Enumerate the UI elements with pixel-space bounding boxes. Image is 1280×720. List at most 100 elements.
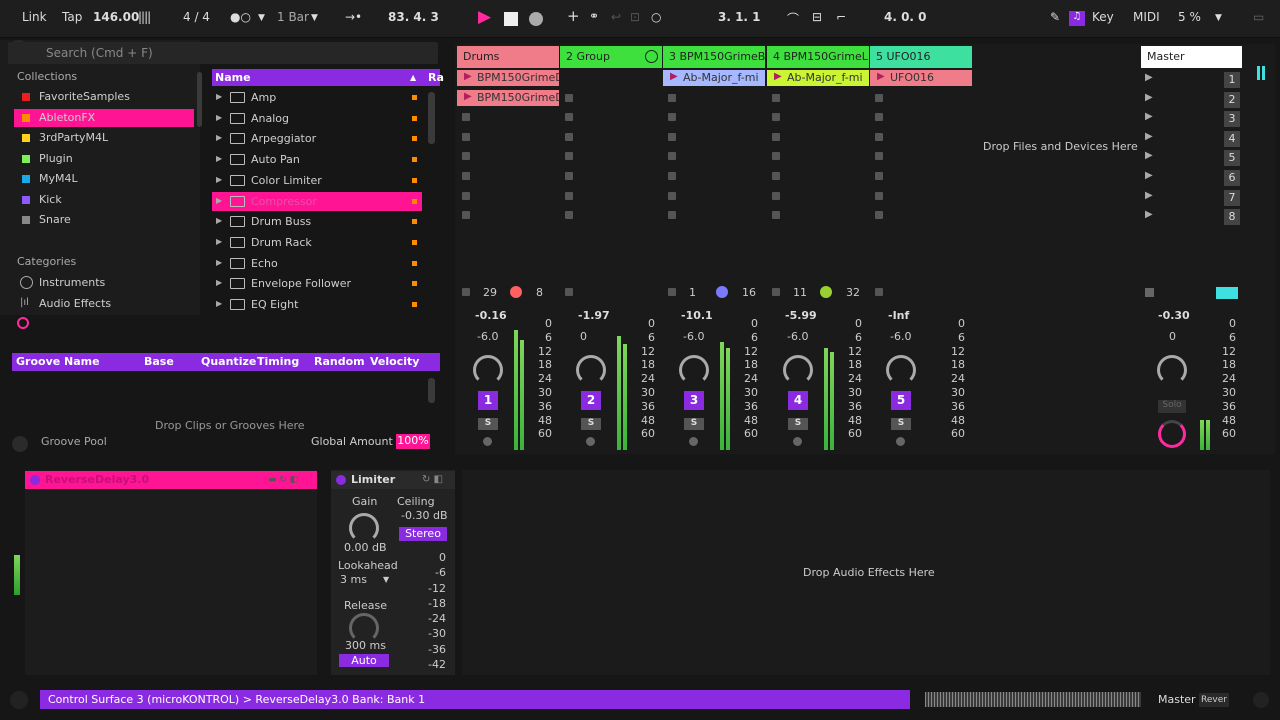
track-pan-knob[interactable] [576,355,606,385]
add-icon[interactable]: + [567,7,580,25]
follow-arrow-icon[interactable]: →• [345,10,362,24]
clip-slot-stop[interactable] [462,152,470,161]
track-pan-knob[interactable] [886,355,916,385]
clip-play-icon[interactable]: ▶ [464,71,472,82]
groove-column-header[interactable]: Timing [257,355,299,368]
auto-release-toggle[interactable]: Auto [339,654,389,667]
tempo-field[interactable]: 146.00 [93,10,139,24]
clip-slot-stop[interactable] [875,172,883,180]
stereo-toggle[interactable]: Stereo [399,527,447,541]
send-knob[interactable] [820,286,832,298]
browser-list-scrollbar[interactable] [428,92,435,144]
clip-slot-stop[interactable] [668,211,676,220]
master-volume[interactable]: -0.30 [1158,309,1190,322]
expand-arrow-icon[interactable]: ▶ [216,278,222,287]
clip-slot-stop[interactable] [565,132,573,141]
clip-slot-stop[interactable] [875,93,883,102]
clip-slot-stop[interactable] [875,113,883,122]
limiter-power-icon[interactable] [336,475,346,485]
browser-item[interactable]: ▶ Envelope Follower [212,274,422,293]
track-activator-button[interactable]: 3 [684,391,704,410]
global-amount-field[interactable]: 100% [396,434,430,449]
browser-item[interactable]: ▶ Drum Rack [212,233,422,252]
key-map-button[interactable]: Key [1092,10,1114,24]
io-icon[interactable]: ▭ [1253,10,1264,24]
master-track-header[interactable]: Master [1141,46,1242,68]
collection-item[interactable]: Snare [14,211,194,229]
track-activator-button[interactable]: 2 [581,391,601,410]
keyboard-midi-icon[interactable]: ♫ [1069,11,1085,26]
tap-button[interactable]: Tap [62,10,82,24]
clip-slot-stop[interactable] [772,113,780,122]
clip-slot-stop[interactable] [772,152,780,161]
groove-column-header[interactable]: Groove Name [16,355,100,368]
expand-arrow-icon[interactable]: ▶ [216,154,222,163]
send-knob[interactable] [716,286,728,298]
status-device-name[interactable]: Rever [1199,693,1229,707]
collection-item[interactable]: Kick [14,191,194,209]
track-solo-button[interactable]: S [478,418,498,430]
track-volume[interactable]: -1.97 [578,309,610,322]
clip-slot-clip[interactable]: UFO016 [870,70,972,86]
track-volume[interactable]: -0.16 [475,309,507,322]
session-mixer-toggle-icon[interactable] [1257,66,1265,80]
clip-play-icon[interactable]: ▶ [464,91,472,102]
groove-scrollbar[interactable] [428,378,435,403]
track-stop-button[interactable] [565,288,573,296]
clip-slot-stop[interactable] [875,191,883,200]
track-activator-button[interactable]: 5 [891,391,911,410]
clip-slot-stop[interactable] [565,93,573,102]
master-stop-all-icon[interactable] [1145,288,1154,297]
loop-overdub-icon[interactable]: ⊡ [630,10,640,24]
quantize-dropdown[interactable]: 1 Bar [277,10,309,24]
clip-slot-stop[interactable] [875,132,883,141]
master-solo-button[interactable]: Solo [1158,400,1186,413]
clip-slot-stop[interactable] [565,152,573,161]
status-toggle-icon[interactable] [10,691,28,709]
rating-column-header[interactable]: Ra [428,71,444,84]
clip-slot-stop[interactable] [462,113,470,122]
browser-item[interactable]: ▶ Compressor [212,191,422,211]
expand-arrow-icon[interactable]: ▶ [216,258,222,267]
track-pan[interactable]: -6.0 [890,330,911,343]
clip-slot-clip[interactable]: BPM150GrimeD [457,70,559,86]
browser-item[interactable]: ▶ Auto Pan [212,150,422,169]
expand-arrow-icon[interactable]: ▶ [216,299,222,308]
scene-number[interactable]: 6 [1224,170,1240,186]
clip-slot-clip[interactable]: BPM150GrimeD [457,89,559,106]
track-arm-icon[interactable] [689,437,698,446]
track-pan[interactable]: -6.0 [683,330,704,343]
track-stop-button[interactable] [772,288,780,296]
clip-play-icon[interactable]: ▶ [774,71,782,82]
clip-slot-stop[interactable] [772,93,780,102]
expand-arrow-icon[interactable]: ▶ [216,216,222,225]
collection-item[interactable]: Plugin [14,150,194,168]
reverse-delay-power-icon[interactable] [30,475,40,485]
clip-slot-stop[interactable] [668,172,676,180]
clip-slot-stop[interactable] [565,113,573,122]
category-instruments[interactable]: Instruments [39,276,105,289]
browser-item[interactable]: ▶ Echo [212,254,422,273]
clip-slot-stop[interactable] [565,172,573,180]
track-activator-button[interactable]: 1 [478,391,498,410]
link-button[interactable]: Link [22,10,47,24]
track-activator-button[interactable]: 4 [788,391,808,410]
clip-slot-stop[interactable] [668,93,676,102]
ceiling-value[interactable]: -0.30 dB [401,509,448,522]
sort-icon[interactable]: ▲ [410,73,416,82]
track-solo-button[interactable]: S [891,418,911,430]
collection-item[interactable]: 3rdPartyM4L [14,129,194,147]
track-arm-icon[interactable] [586,437,595,446]
scene-launch-icon[interactable]: ▶ [1145,209,1153,220]
track-pan-knob[interactable] [679,355,709,385]
expand-arrow-icon[interactable]: ▶ [216,196,222,205]
browser-item[interactable]: ▶ Amp [212,88,422,107]
scene-launch-icon[interactable]: ▶ [1145,190,1153,201]
metronome-bars-icon[interactable]: |||| [138,10,151,24]
clip-slot-stop[interactable] [668,191,676,200]
loop-switch-icon[interactable]: ⊟ [812,10,822,24]
stop-icon[interactable] [504,12,518,26]
groove-column-header[interactable]: Random [314,355,365,368]
collection-item[interactable]: AbletonFX [14,108,194,127]
scene-number[interactable]: 2 [1224,91,1240,108]
